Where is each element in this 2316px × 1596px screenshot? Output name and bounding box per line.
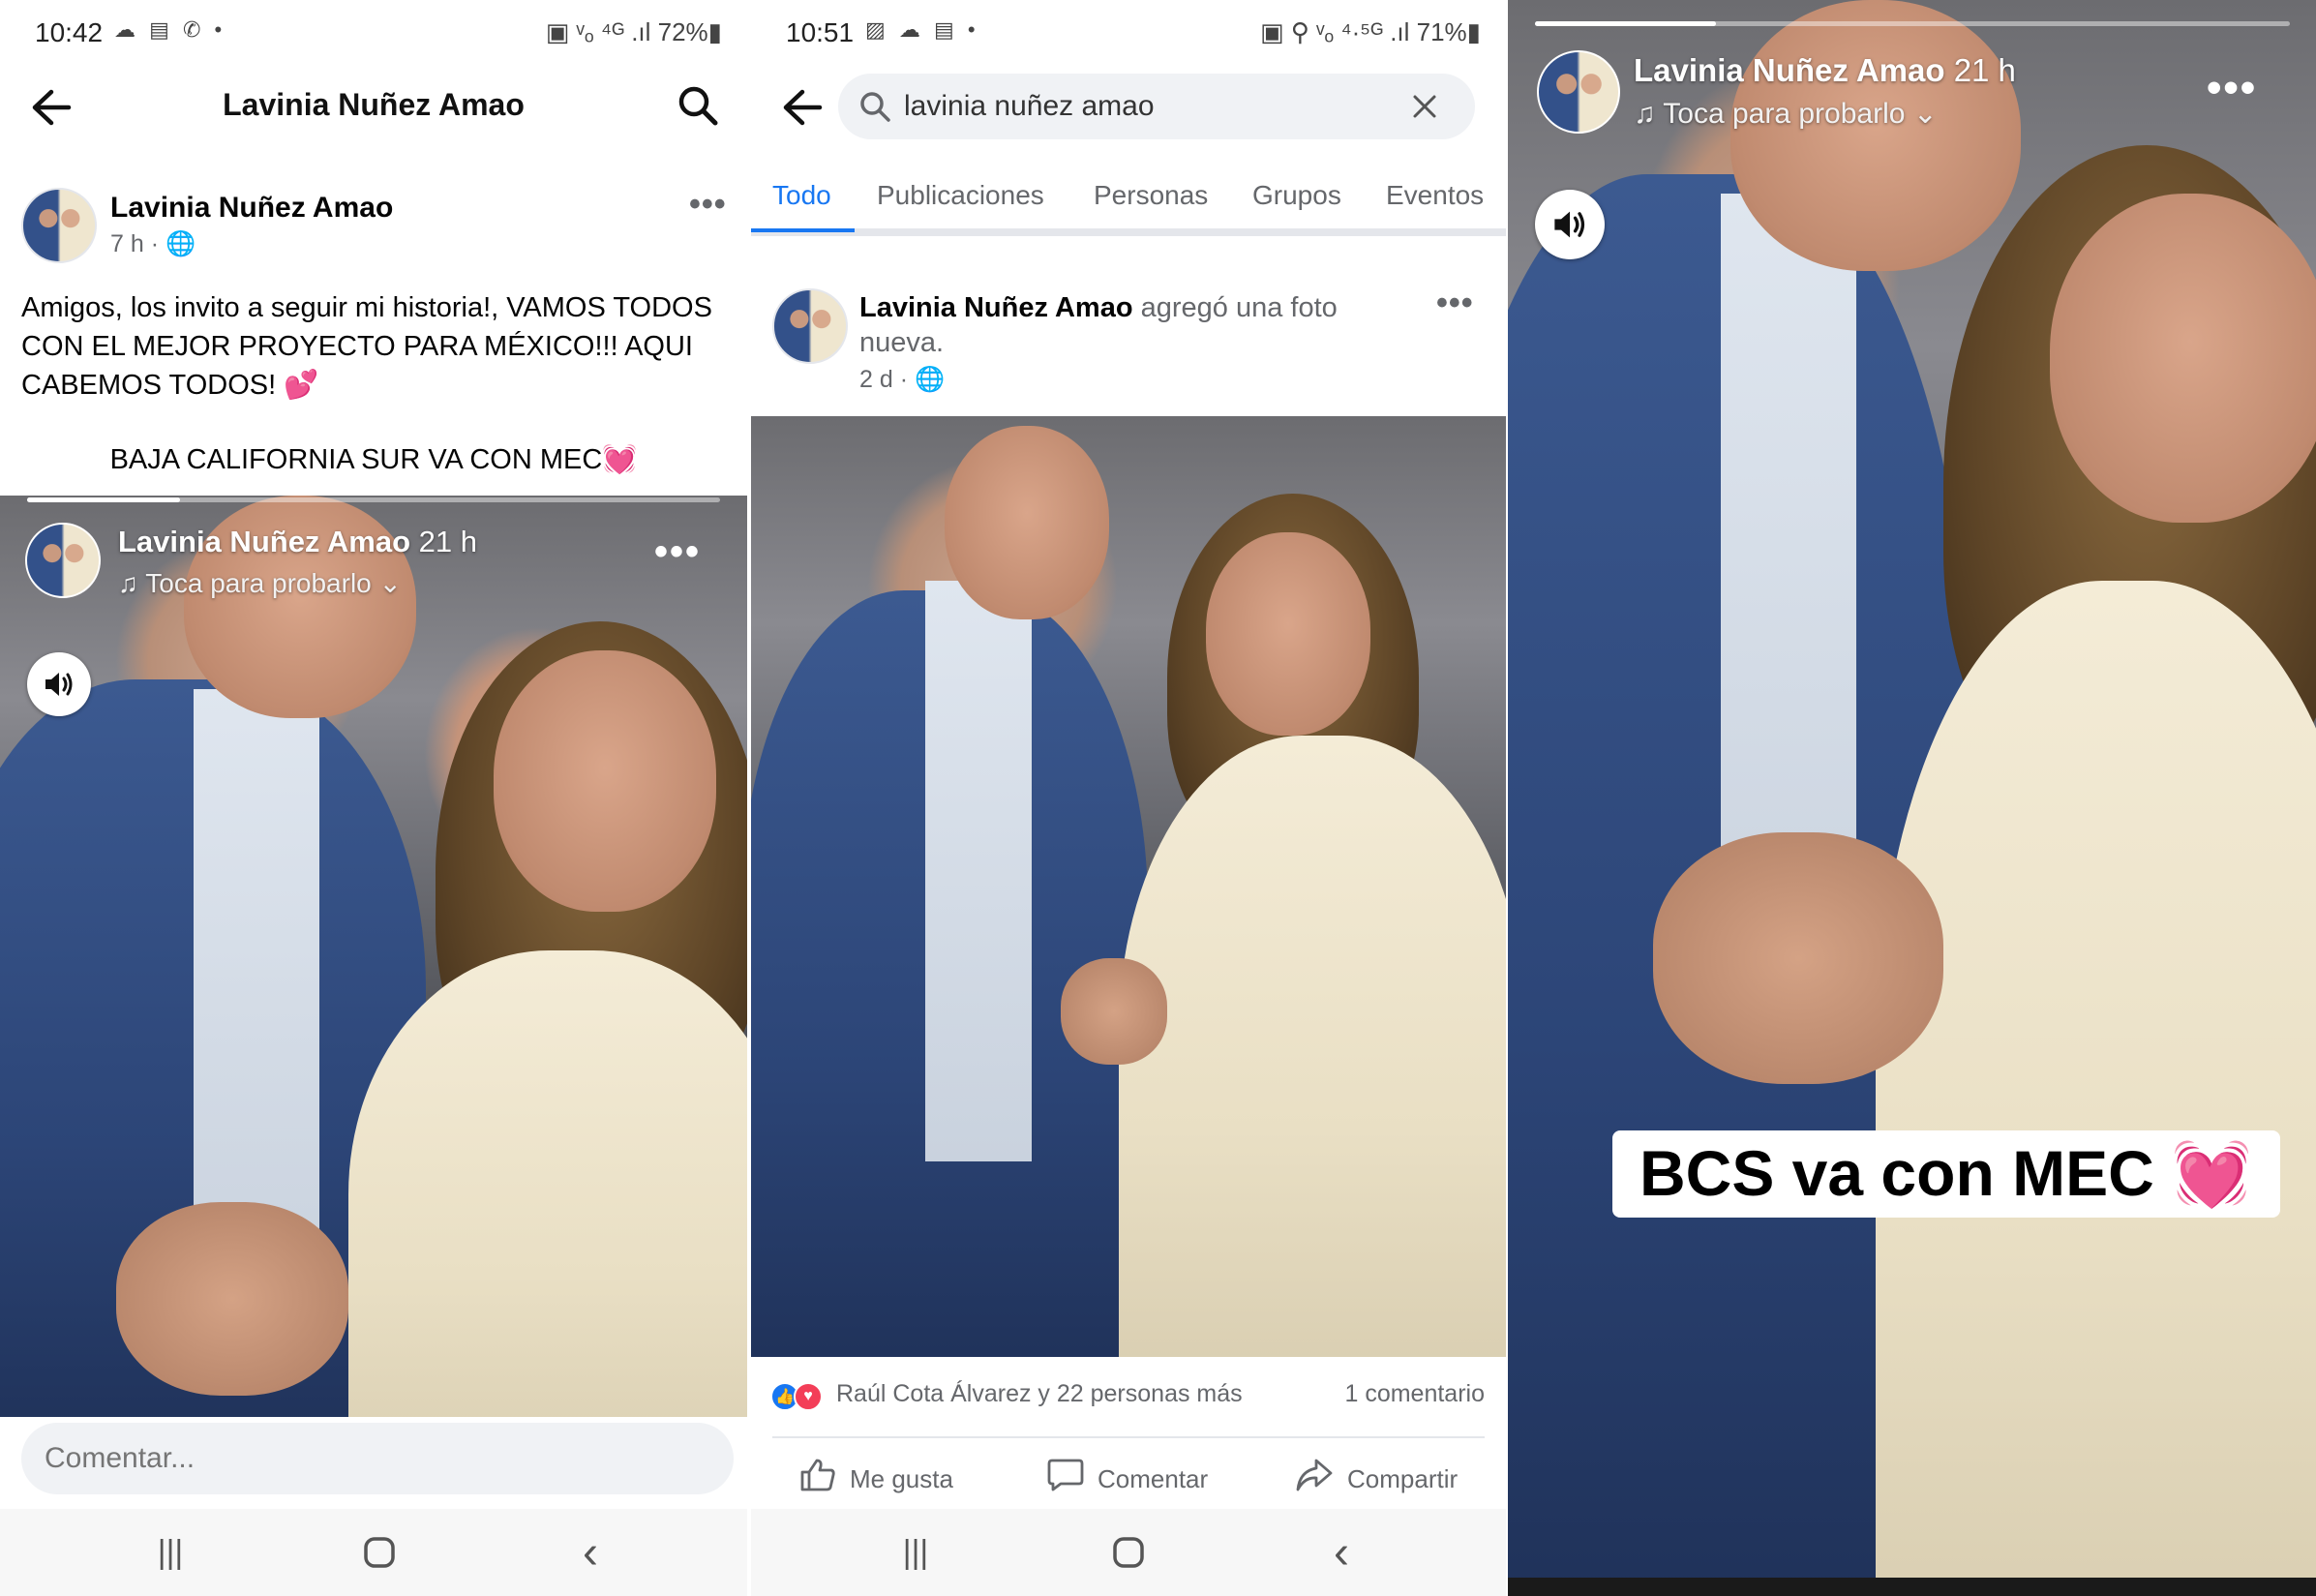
home-button[interactable] bbox=[350, 1530, 408, 1575]
post-photo[interactable] bbox=[751, 416, 1506, 1357]
author-avatar[interactable] bbox=[21, 188, 97, 263]
tab-grupos[interactable]: Grupos bbox=[1252, 180, 1341, 211]
photo-woman-jacket bbox=[1119, 736, 1506, 1357]
status-time: 10:42 bbox=[35, 17, 104, 47]
page-title: Lavinia Nuñez Amao bbox=[223, 87, 525, 122]
reactions-summary[interactable]: Raúl Cota Álvarez y 22 personas más bbox=[836, 1380, 1243, 1408]
story-progress-bar bbox=[1535, 21, 2290, 26]
volume-button[interactable] bbox=[1535, 190, 1605, 259]
story-photo[interactable] bbox=[1508, 0, 2316, 1578]
android-nav-bar: ||| ‹ bbox=[0, 1509, 747, 1596]
volume-icon bbox=[1554, 211, 1585, 238]
story-author-name-text: Lavinia Nuñez Amao bbox=[1634, 52, 1945, 88]
photo-man-shirt bbox=[925, 581, 1032, 1161]
top-app-bar: Lavinia Nuñez Amao bbox=[0, 70, 747, 145]
android-nav-bar: ||| ‹ bbox=[751, 1509, 1506, 1596]
post-header: Lavinia Nuñez Amao agregó una foto nueva… bbox=[859, 290, 1411, 360]
story-more-icon[interactable]: ••• bbox=[654, 530, 701, 574]
like-label: Me gusta bbox=[850, 1463, 953, 1493]
tab-todo[interactable]: Todo bbox=[772, 180, 831, 211]
love-reaction-icon: ♥ bbox=[794, 1382, 823, 1411]
tab-eventos[interactable]: Eventos bbox=[1386, 180, 1484, 211]
photo-woman-face bbox=[2050, 194, 2316, 523]
like-button[interactable]: Me gusta bbox=[799, 1458, 953, 1500]
active-tab-indicator bbox=[751, 228, 855, 232]
status-notification-icons: ▨ ☁ ▤ • bbox=[865, 17, 979, 42]
story-progress-bar bbox=[27, 497, 720, 502]
share-button[interactable]: Compartir bbox=[1295, 1458, 1458, 1500]
photo-handshake bbox=[1061, 958, 1167, 1065]
author-avatar[interactable] bbox=[772, 288, 848, 364]
photo-man-face bbox=[945, 426, 1109, 619]
home-button[interactable] bbox=[1099, 1530, 1158, 1575]
comment-bubble-icon bbox=[1047, 1458, 1084, 1500]
story-music-label[interactable]: ♫ Toca para probarlo ⌄ bbox=[1634, 97, 1938, 131]
search-tabs: Todo Publicaciones Personas Grupos Event… bbox=[751, 166, 1506, 236]
comments-count[interactable]: 1 comentario bbox=[1344, 1380, 1485, 1408]
clear-search-icon[interactable] bbox=[1411, 93, 1438, 120]
search-icon[interactable] bbox=[676, 83, 724, 132]
post-author-name[interactable]: Lavinia Nuñez Amao bbox=[110, 192, 393, 225]
status-time: 10:51 bbox=[786, 17, 855, 47]
post-timestamp: 2 d · 🌐 bbox=[859, 366, 946, 393]
story-time: 21 h bbox=[418, 525, 477, 558]
recents-button[interactable]: ||| bbox=[141, 1530, 199, 1575]
share-arrow-icon bbox=[1295, 1458, 1334, 1500]
share-label: Compartir bbox=[1347, 1463, 1459, 1493]
search-icon bbox=[860, 92, 890, 122]
story-more-icon[interactable]: ••• bbox=[2207, 64, 2257, 112]
tab-personas[interactable]: Personas bbox=[1094, 180, 1208, 211]
screenshot-search-results: 10:51 ▨ ☁ ▤ • ▣ ⚲ ᵛₒ ⁴·⁵ᴳ .ıl 71%▮ Todo … bbox=[751, 0, 1506, 1596]
photo-woman-jacket bbox=[348, 950, 747, 1417]
home-icon bbox=[1113, 1537, 1144, 1568]
comment-field[interactable] bbox=[21, 1423, 734, 1494]
post-timestamp: 7 h · 🌐 bbox=[110, 230, 196, 257]
screenshot-story-view: Lavinia Nuñez Amao 21 h ♫ Toca para prob… bbox=[1508, 0, 2316, 1596]
photo-woman-jacket bbox=[1876, 581, 2316, 1578]
screenshot-post-view: 10:42 ☁ ▤ ✆ • ▣ ᵛₒ ⁴ᴳ .ıl 72%▮ Lavinia N… bbox=[0, 0, 747, 1596]
home-icon bbox=[364, 1537, 395, 1568]
reaction-icons[interactable]: 👍 ♥ bbox=[770, 1382, 823, 1411]
comment-label: Comentar bbox=[1098, 1463, 1209, 1493]
status-notification-icons: ☁ ▤ ✆ • bbox=[114, 17, 226, 42]
photo-handshake bbox=[1653, 832, 1943, 1084]
status-system-icons: ▣ ᵛₒ ⁴ᴳ .ıl 72%▮ bbox=[545, 17, 722, 46]
recents-button[interactable]: ||| bbox=[887, 1530, 945, 1575]
post-body-text: Amigos, los invito a seguir mi historia!… bbox=[21, 292, 712, 401]
story-photo[interactable] bbox=[0, 496, 747, 1417]
status-system-icons: ▣ ⚲ ᵛₒ ⁴·⁵ᴳ .ıl 71%▮ bbox=[1260, 17, 1481, 46]
story-author-avatar[interactable] bbox=[1537, 50, 1620, 134]
status-bar: 10:51 ▨ ☁ ▤ • ▣ ⚲ ᵛₒ ⁴·⁵ᴳ .ıl 71%▮ bbox=[751, 0, 1506, 70]
story-music-label[interactable]: ♫ Toca para probarlo ⌄ bbox=[118, 567, 402, 599]
thumbs-up-icon bbox=[799, 1458, 836, 1500]
more-options-icon[interactable]: ••• bbox=[689, 186, 727, 224]
story-time: 21 h bbox=[1953, 52, 2016, 88]
back-arrow-icon[interactable] bbox=[778, 83, 827, 132]
divider bbox=[772, 1436, 1485, 1438]
back-nav-button[interactable]: ‹ bbox=[1312, 1527, 1370, 1579]
volume-button[interactable] bbox=[27, 652, 91, 716]
comment-input[interactable] bbox=[21, 1423, 734, 1494]
photo-man-face bbox=[1730, 0, 2021, 271]
post-author-name[interactable]: Lavinia Nuñez Amao bbox=[859, 292, 1133, 323]
search-bar[interactable] bbox=[838, 74, 1475, 139]
story-author-name-text: Lavinia Nuñez Amao bbox=[118, 525, 411, 558]
comment-button[interactable]: Comentar bbox=[1047, 1458, 1208, 1500]
post-body-text-line2: BAJA CALIFORNIA SUR VA CON MEC💓 bbox=[109, 444, 638, 475]
back-nav-button[interactable]: ‹ bbox=[561, 1527, 619, 1579]
tab-publicaciones[interactable]: Publicaciones bbox=[877, 180, 1044, 211]
volume-icon bbox=[45, 673, 73, 696]
story-author-name[interactable]: Lavinia Nuñez Amao 21 h bbox=[118, 525, 477, 559]
status-bar: 10:42 ☁ ▤ ✆ • ▣ ᵛₒ ⁴ᴳ .ıl 72%▮ bbox=[0, 0, 747, 70]
story-author-name[interactable]: Lavinia Nuñez Amao 21 h bbox=[1634, 52, 2016, 89]
photo-woman-face bbox=[1206, 532, 1370, 736]
story-author-avatar[interactable] bbox=[25, 523, 101, 598]
story-caption: BCS va con MEC 💓 bbox=[1612, 1130, 2280, 1218]
more-options-icon[interactable]: ••• bbox=[1436, 285, 1474, 322]
search-input[interactable] bbox=[904, 74, 1330, 139]
photo-handshake bbox=[116, 1202, 348, 1396]
photo-woman-face bbox=[494, 650, 716, 912]
